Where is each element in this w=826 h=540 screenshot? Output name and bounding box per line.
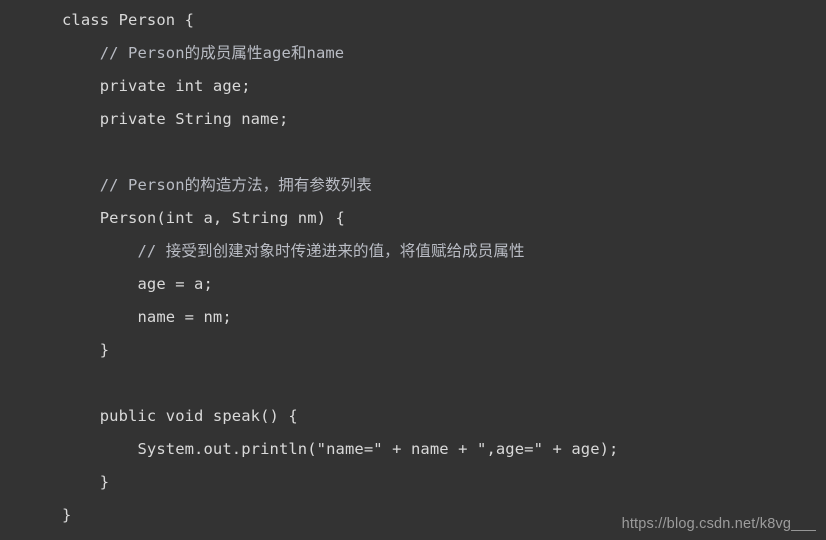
code-text: private String name; [99,110,289,128]
code-text: name = nm; [137,308,232,326]
code-line: // 接受到创建对象时传递进来的值，将值赋给成员属性 [0,235,826,268]
code-line: } [0,334,826,367]
code-text: public void speak() { [99,407,298,425]
code-line: public void speak() { [0,400,826,433]
code-text: Person(int a, String nm) { [99,209,345,227]
code-text: age = a; [137,275,213,293]
code-comment: // 接受到创建对象时传递进来的值，将值赋给成员属性 [137,242,525,260]
code-block[interactable]: class Person { // Person的成员属性age和name pr… [0,0,826,532]
code-text: } [99,473,110,491]
code-line: name = nm; [0,301,826,334]
code-line: // Person的构造方法，拥有参数列表 [0,169,826,202]
code-comment: // Person的成员属性age和name [99,44,345,62]
code-text: class Person { [62,11,195,29]
code-line: // Person的成员属性age和name [0,37,826,70]
code-text: } [99,341,110,359]
code-text: } [62,506,72,524]
code-line: private String name; [0,103,826,136]
code-line: } [0,466,826,499]
code-line: age = a; [0,268,826,301]
code-text: private int age; [99,77,251,95]
code-screenshot: class Person { // Person的成员属性age和name pr… [0,0,826,540]
code-line: private int age; [0,70,826,103]
code-comment: // Person的构造方法，拥有参数列表 [99,176,372,194]
watermark-text: https://blog.csdn.net/k8vg___ [621,516,816,532]
code-text: System.out.println("name=" + name + ",ag… [137,440,619,458]
code-line: class Person { [0,4,826,37]
code-line: Person(int a, String nm) { [0,202,826,235]
code-line: System.out.println("name=" + name + ",ag… [0,433,826,466]
